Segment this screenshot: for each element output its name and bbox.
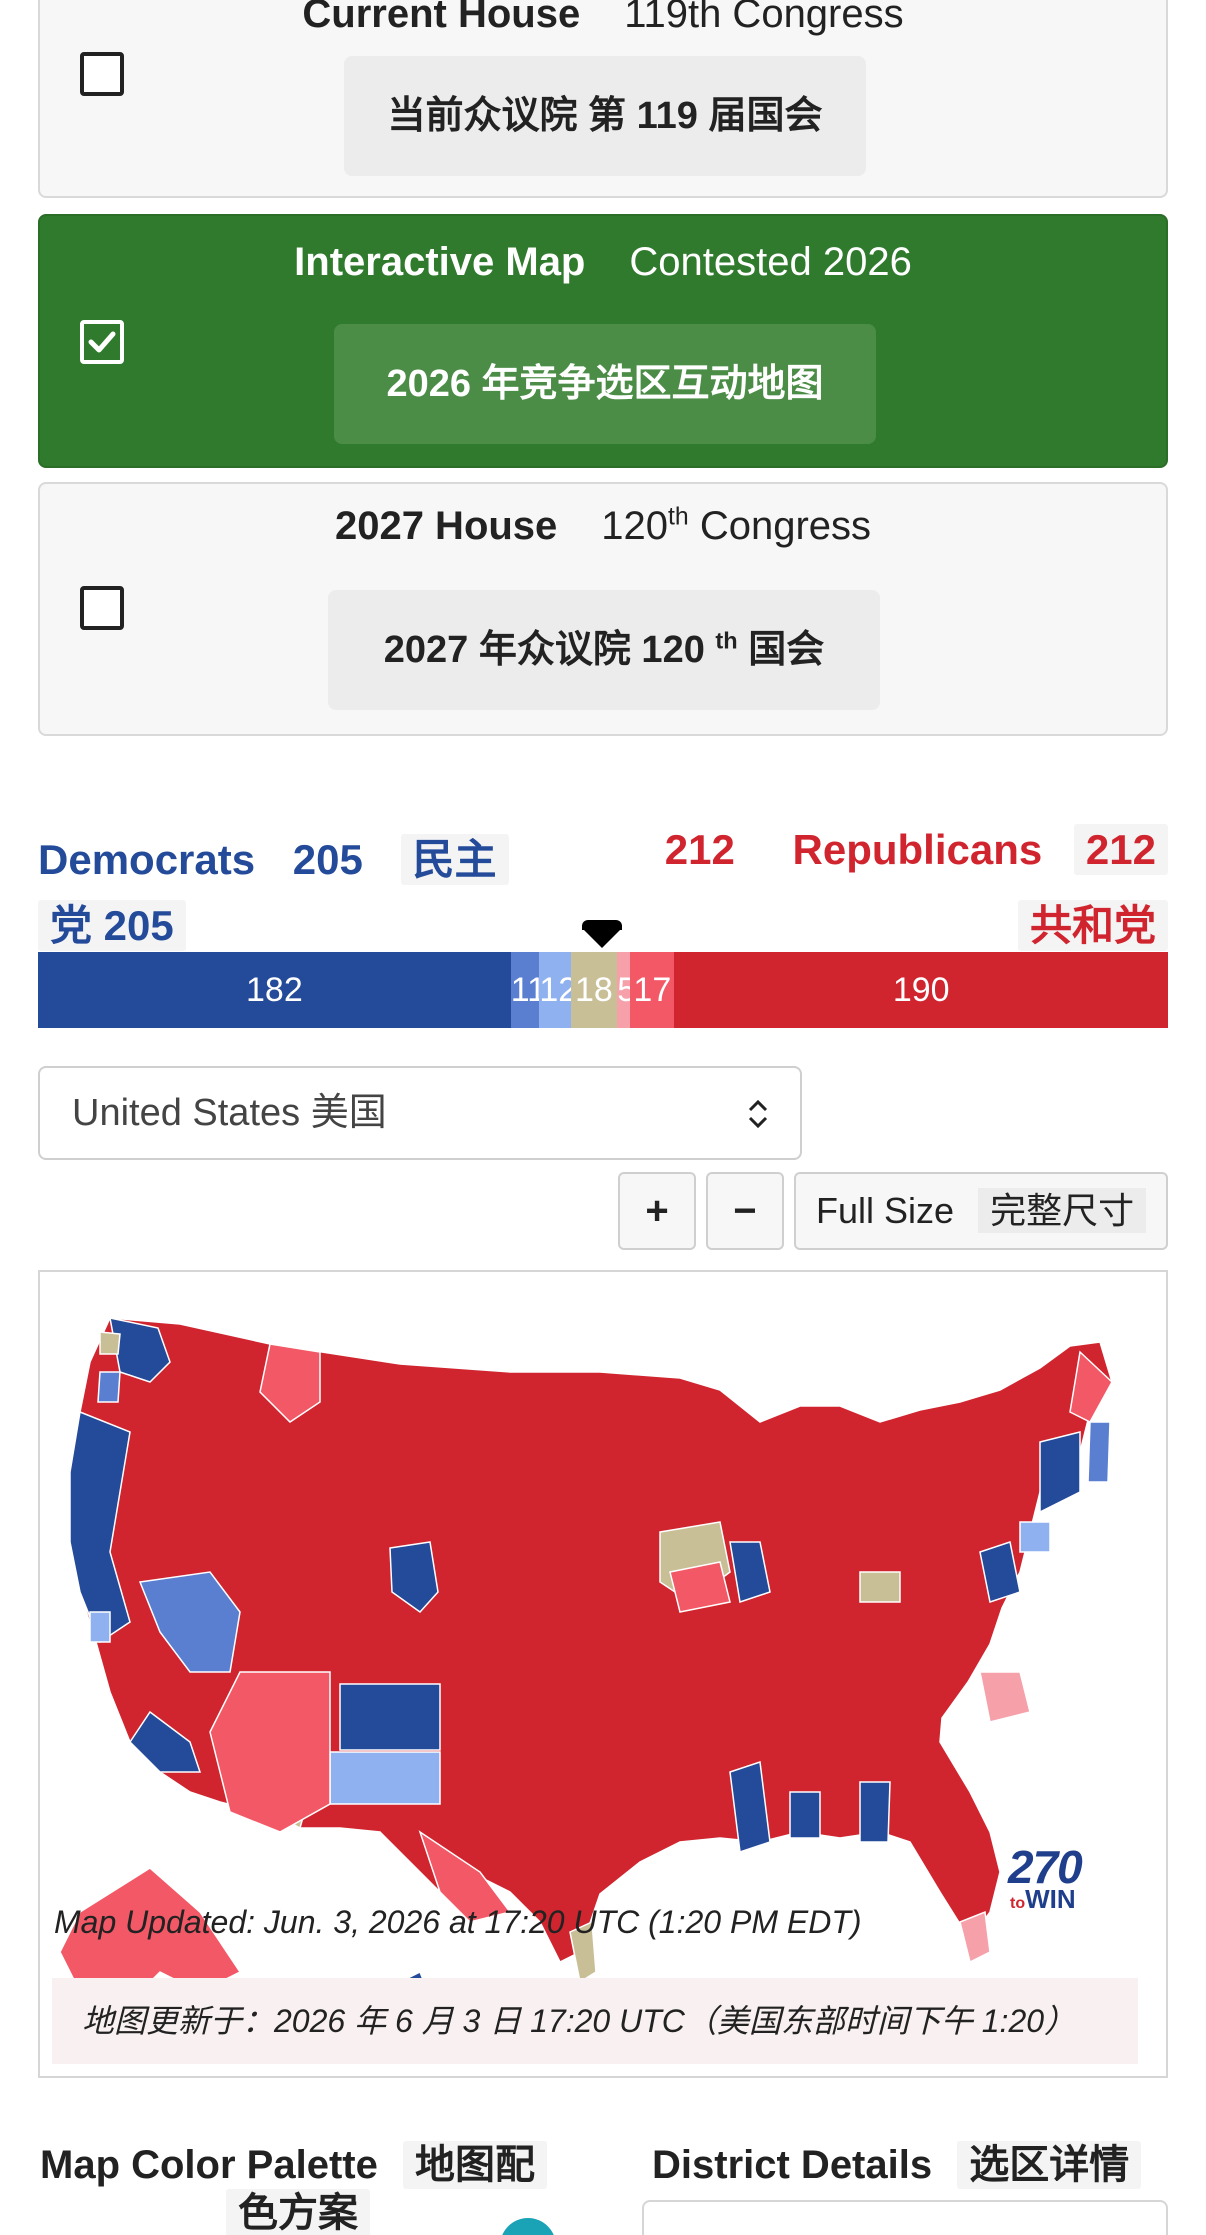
region-select-value: United States 美国: [72, 1092, 387, 1134]
district-group-safe-dem: [339, 1683, 441, 1751]
seat-bar-segment: 5: [617, 952, 631, 1028]
seat-bar-segment: 17: [630, 952, 675, 1028]
card-subtitle-pre: 2027 年众议院 120: [383, 629, 716, 671]
palette-title-zh: 色方案: [226, 2180, 370, 2235]
logo-win-text: toWIN: [1010, 1884, 1076, 1915]
card-title-rest: Contested 2026: [629, 240, 912, 284]
full-size-label-zh: 完整尺寸: [978, 1188, 1147, 1233]
district-group-lean-rep: [979, 1671, 1031, 1723]
checkbox-current-house[interactable]: [80, 52, 124, 96]
checkmark-icon: [88, 331, 116, 353]
card-title-rest-post: Congress: [688, 504, 872, 548]
district-group-tossup: [859, 1571, 901, 1603]
seat-bar-segment: 182: [38, 952, 511, 1028]
zoom-in-button[interactable]: +: [618, 1172, 696, 1250]
seat-bar: 182 11 12 18 5 17 190: [38, 952, 1168, 1028]
card-title-rest: 119th Congress: [624, 0, 904, 36]
seat-bar-segment: 12: [539, 952, 571, 1028]
card-title: Current House 119th Congress: [40, 0, 1166, 37]
district-group-likely-dem: [1087, 1421, 1111, 1483]
dem-label: Democrats: [38, 836, 256, 883]
us-house-map[interactable]: [40, 1272, 1168, 2078]
card-title-rest-sup: th: [668, 503, 689, 531]
district-group-lean-dem: [89, 1611, 111, 1643]
seat-bar-segment: 18: [570, 952, 618, 1028]
district-group-lean-rep: [959, 1910, 991, 1964]
card-interactive-map[interactable]: Interactive Map Contested 2026 2026 年竞争选区…: [38, 214, 1168, 468]
card-subtitle: 2027 年众议院 120 th 国会: [328, 590, 880, 710]
district-group-safe-dem: [859, 1781, 891, 1843]
rep-label: Republicans: [792, 826, 1043, 873]
district-group-safe-dem: [789, 1791, 821, 1839]
rep-count-left: 212: [664, 826, 735, 873]
logo-to: to: [1010, 1895, 1026, 1912]
seat-bar-segment: 11: [510, 952, 540, 1028]
card-subtitle-sup: th: [715, 627, 738, 654]
map-updated-zh: 地图更新于：2026 年 6 月 3 日 17:20 UTC（美国东部时间下午 …: [52, 1978, 1138, 2064]
district-details-title-zh: 选区详情: [957, 2141, 1142, 2189]
checkbox-interactive-map[interactable]: [80, 320, 124, 364]
district-group-likely-rep: [669, 1561, 731, 1613]
rep-tally: 212 Republicans 212: [664, 824, 1168, 875]
district-group-likely-dem: [97, 1371, 121, 1403]
card-title: Interactive Map Contested 2026: [40, 240, 1166, 285]
card-current-house[interactable]: Current House 119th Congress 当前众议院 第 119 …: [38, 0, 1168, 198]
district-details-title: District Details 选区详情: [652, 2132, 1142, 2190]
map-updated-en: Map Updated: Jun. 3, 2026 at 17:20 UTC (…: [54, 1904, 862, 1940]
majority-marker-icon: [582, 920, 622, 948]
select-chevron-icon: [748, 1099, 768, 1129]
card-subtitle-post: 国会: [737, 629, 825, 671]
district-group-likely-rep: [209, 1671, 331, 1833]
logo-win: WIN: [1025, 1884, 1076, 1914]
card-2027-house[interactable]: 2027 House 120th Congress 2027 年众议院 120 t…: [38, 482, 1168, 736]
dem-tally: Democrats 205 民主: [38, 826, 509, 887]
full-size-label: Full Size: [816, 1190, 955, 1231]
rep-count: 212: [1073, 824, 1168, 875]
dem-label-zh-b: 党 205: [38, 900, 186, 951]
district-group-tossup: [99, 1331, 121, 1355]
palette-title-zh-a: 地图配: [402, 2141, 547, 2189]
district-group-lean-dem: [1019, 1521, 1051, 1553]
palette-swatch-icon[interactable]: [500, 2218, 556, 2235]
dem-label-zh-a: 民主: [400, 834, 509, 885]
dem-tally-zh: 党 205: [38, 892, 186, 953]
card-title-bold: 2027 House: [334, 504, 558, 548]
rep-label-zh: 共和党: [1017, 900, 1168, 951]
card-title-bold: Interactive Map: [294, 240, 586, 284]
card-title-rest-pre: 120: [601, 504, 669, 548]
dem-count: 205: [292, 836, 363, 883]
checkbox-2027-house[interactable]: [80, 586, 124, 630]
district-details-box: [642, 2200, 1168, 2235]
card-title-bold: Current House: [302, 0, 581, 36]
map-container[interactable]: 270 toWIN Map Updated: Jun. 3, 2026 at 1…: [38, 1270, 1168, 2078]
district-details-title-en: District Details: [652, 2143, 933, 2187]
district-group-lean-dem: [329, 1751, 441, 1805]
card-subtitle: 当前众议院 第 119 届国会: [344, 56, 866, 176]
rep-tally-zh: 共和党: [1017, 892, 1168, 953]
seat-bar-segment: 190: [674, 952, 1168, 1028]
palette-title-zh-b: 色方案: [226, 2189, 370, 2235]
district-group-safe-dem: [1039, 1431, 1081, 1514]
region-select[interactable]: United States 美国: [38, 1066, 802, 1160]
zoom-out-button[interactable]: −: [706, 1172, 784, 1250]
card-subtitle: 2026 年竞争选区互动地图: [334, 324, 876, 444]
full-size-button[interactable]: Full Size 完整尺寸: [794, 1172, 1168, 1250]
card-title: 2027 House 120th Congress: [40, 504, 1166, 549]
